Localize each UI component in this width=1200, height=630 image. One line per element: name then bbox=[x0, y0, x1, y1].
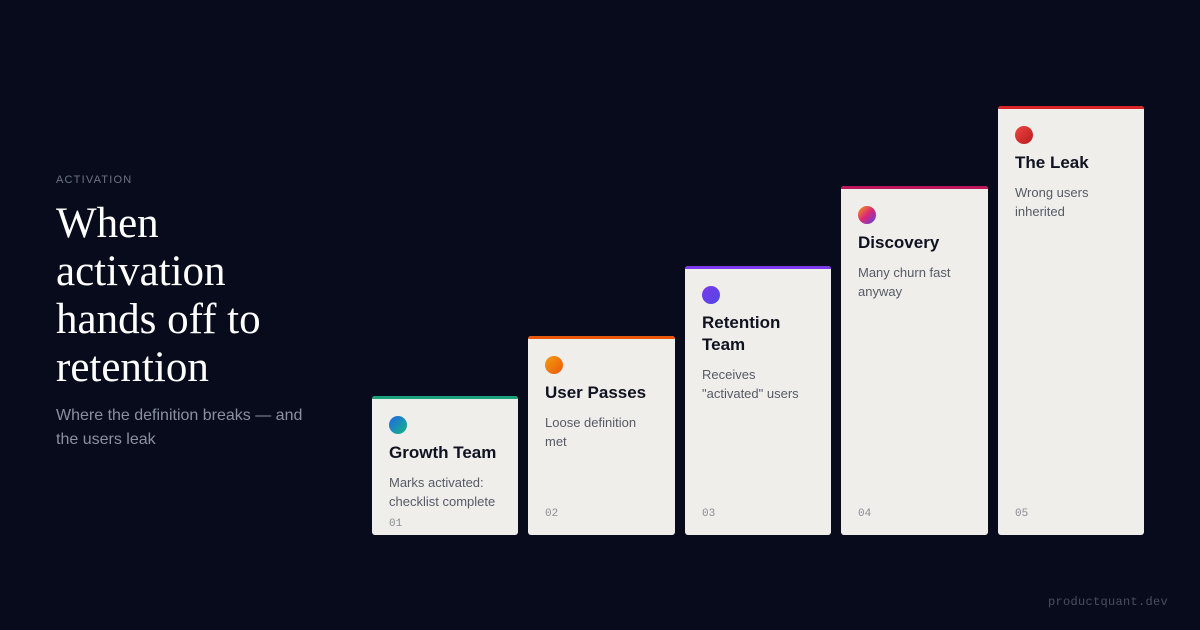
step-accent-bar bbox=[685, 266, 831, 269]
step-number: 05 bbox=[1015, 508, 1029, 520]
step-dot-icon bbox=[389, 416, 407, 434]
step-name: Retention Team bbox=[702, 313, 781, 354]
step-description: Loose definition met bbox=[545, 415, 637, 449]
step-description: Many churn fast anyway bbox=[858, 265, 951, 299]
step-dot-icon bbox=[1015, 126, 1033, 144]
step-accent-bar bbox=[841, 186, 988, 189]
step-name: The Leak bbox=[1015, 153, 1089, 172]
page-subtitle: Where the definition breaks — and the us… bbox=[56, 407, 303, 448]
step-card-2: User Passes Loose definition met 02 bbox=[528, 336, 675, 535]
step-number: 01 bbox=[389, 518, 403, 530]
step-description: Marks activated: checklist complete bbox=[389, 475, 496, 509]
step-name: Growth Team bbox=[389, 443, 497, 462]
step-description: Wrong users inherited bbox=[1015, 185, 1089, 219]
eyebrow-label: ACTIVATION bbox=[56, 174, 133, 186]
step-name: User Passes bbox=[545, 383, 647, 402]
step-accent-bar bbox=[998, 106, 1144, 109]
step-card-4: Discovery Many churn fast anyway 04 bbox=[841, 186, 988, 535]
step-number: 02 bbox=[545, 508, 559, 520]
step-dot-icon bbox=[545, 356, 563, 374]
footer-domain: productquant.dev bbox=[1047, 595, 1168, 609]
step-name: Discovery bbox=[858, 233, 940, 252]
step-description: Receives "activated" users bbox=[702, 367, 799, 401]
step-accent-bar bbox=[528, 336, 675, 339]
step-number: 03 bbox=[702, 508, 716, 520]
step-accent-bar bbox=[372, 396, 518, 399]
step-card-5: The Leak Wrong users inherited 05 bbox=[998, 106, 1144, 535]
step-number: 04 bbox=[858, 508, 872, 520]
step-card-3: Retention Team Receives "activated" user… bbox=[685, 266, 831, 535]
step-dot-icon bbox=[858, 206, 876, 224]
step-dot-icon bbox=[702, 286, 720, 304]
intro-section: ACTIVATION When activation hands off to … bbox=[56, 174, 356, 452]
page-title: When activation hands off to retention bbox=[56, 200, 261, 391]
step-card-1: Growth Team Marks activated: checklist c… bbox=[372, 396, 518, 535]
